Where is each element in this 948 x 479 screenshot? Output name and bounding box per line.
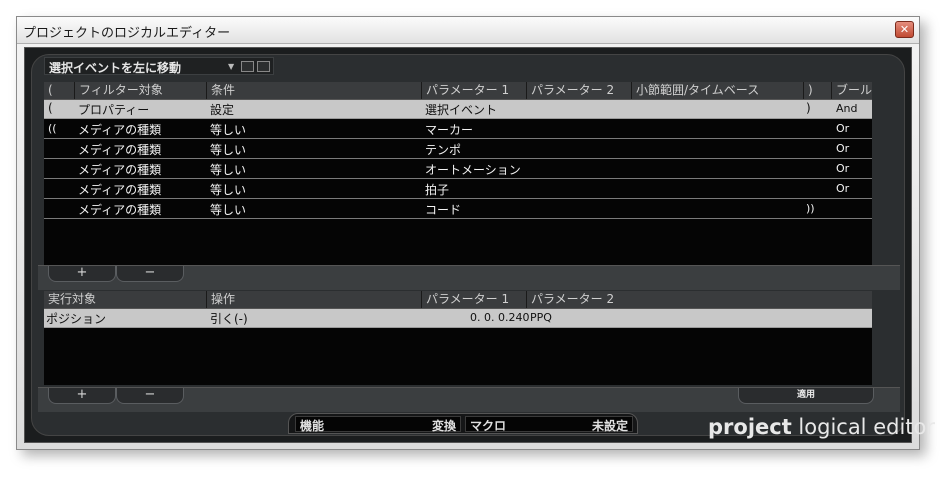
editor-frame: 選択イベントを左に移動 ▼ ( フィルター対象 条件 パラメーター 1 パラメー… [31, 54, 935, 439]
filter-open[interactable]: (( [48, 122, 57, 135]
action-header-param2: パラメーター 2 [526, 291, 872, 308]
filter-panel: ( フィルター対象 条件 パラメーター 1 パラメーター 2 小節範囲/タイムベ… [44, 82, 872, 268]
window-title: プロジェクトのロジカルエディター [23, 26, 231, 41]
filter-target[interactable]: メディアの種類 [78, 161, 161, 178]
filter-close[interactable]: )) [806, 202, 815, 215]
title-bar[interactable]: プロジェクトのロジカルエディター ✕ [17, 17, 919, 44]
store-preset-icon[interactable] [241, 61, 254, 72]
logo-rest: logical editor [791, 415, 935, 439]
function-label: 機能 [300, 419, 325, 433]
filter-param1[interactable]: オートメーション [425, 161, 521, 178]
preset-selector[interactable]: 選択イベントを左に移動 ▼ [44, 57, 274, 75]
action-header-target: 実行対象 [48, 292, 97, 306]
remove-filter-line-button[interactable]: − [116, 266, 184, 282]
logo-bold: project [708, 415, 792, 439]
filter-param1[interactable]: テンポ [425, 141, 461, 158]
macro-label: マクロ [470, 419, 507, 433]
action-button-strip: + − 適用 [38, 387, 900, 412]
filter-condition[interactable]: 等しい [210, 181, 246, 198]
filter-condition[interactable]: 等しい [210, 201, 246, 218]
filter-bool[interactable]: And [836, 102, 857, 115]
filter-condition[interactable]: 等しい [210, 161, 246, 178]
action-target[interactable]: ポジション [46, 310, 106, 327]
filter-bool[interactable]: Or [836, 142, 849, 155]
filter-bool[interactable]: Or [836, 162, 849, 175]
filter-row[interactable]: (( メディアの種類 等しい マーカー Or [44, 120, 872, 139]
action-param1[interactable]: 0. 0. 0.240 [470, 311, 529, 324]
filter-row[interactable]: メディアの種類 等しい テンポ Or [44, 140, 872, 159]
preset-dropdown-icon[interactable]: ▼ [228, 62, 234, 71]
filter-button-strip: + − [38, 265, 900, 290]
filter-header-condition: 条件 [206, 82, 421, 99]
filter-condition[interactable]: 設定 [210, 101, 234, 118]
add-action-line-button[interactable]: + [48, 388, 116, 404]
filter-condition[interactable]: 等しい [210, 121, 246, 138]
macro-value: 未設定 [591, 419, 628, 433]
filter-header-close: ) [803, 82, 831, 99]
filter-header-param2: パラメーター 2 [526, 82, 631, 99]
action-operation[interactable]: 引く(-) [210, 310, 248, 327]
filter-bool[interactable]: Or [836, 122, 849, 135]
preset-name: 選択イベントを左に移動 [49, 61, 182, 75]
remove-action-line-button[interactable]: − [116, 388, 184, 404]
filter-param1[interactable]: マーカー [425, 121, 473, 138]
function-value: 変換 [431, 419, 456, 433]
logical-editor-window: プロジェクトのロジカルエディター ✕ 選択イベントを左に移動 ▼ ( フィルター… [16, 16, 935, 450]
action-row[interactable]: ポジション 引く(-) 0. 0. 0.240 PPQ [44, 309, 872, 328]
filter-header-range: 小節範囲/タイムベース [631, 82, 803, 99]
filter-param1[interactable]: 拍子 [425, 181, 449, 198]
filter-header-param1: パラメーター 1 [421, 82, 526, 99]
filter-target[interactable]: プロパティー [78, 101, 149, 118]
filter-header-open: ( [48, 83, 53, 97]
function-macro-bar: 機能 変換 マクロ 未設定 [288, 413, 638, 434]
editor-logo: project logical editor [708, 415, 935, 439]
filter-header-target: フィルター対象 [74, 82, 206, 99]
editor-client: 選択イベントを左に移動 ▼ ( フィルター対象 条件 パラメーター 1 パラメー… [24, 47, 935, 443]
filter-target[interactable]: メディアの種類 [78, 121, 161, 138]
action-panel: 実行対象 操作 パラメーター 1 パラメーター 2 ポジション 引く(-) 0.… [44, 291, 872, 385]
remove-preset-icon[interactable] [257, 61, 270, 72]
filter-target[interactable]: メディアの種類 [78, 181, 161, 198]
filter-param1[interactable]: 選択イベント [425, 101, 497, 118]
filter-condition[interactable]: 等しい [210, 141, 246, 158]
filter-row[interactable]: ( プロパティー 設定 選択イベント ) And [44, 100, 872, 119]
action-header-param1: パラメーター 1 [421, 291, 526, 308]
filter-header-bool: ブール [831, 82, 872, 99]
close-button[interactable]: ✕ [895, 21, 914, 38]
action-header: 実行対象 操作 パラメーター 1 パラメーター 2 [44, 291, 872, 309]
add-filter-line-button[interactable]: + [48, 266, 116, 282]
function-selector[interactable]: 機能 変換 [295, 416, 461, 433]
action-param2[interactable]: PPQ [530, 311, 552, 324]
filter-param1[interactable]: コード [425, 201, 461, 218]
filter-open[interactable]: ( [48, 101, 53, 115]
filter-row[interactable]: メディアの種類 等しい コード )) [44, 200, 872, 219]
filter-bool[interactable]: Or [836, 182, 849, 195]
filter-row[interactable]: メディアの種類 等しい オートメーション Or [44, 160, 872, 179]
filter-target[interactable]: メディアの種類 [78, 141, 161, 158]
filter-row[interactable]: メディアの種類 等しい 拍子 Or [44, 180, 872, 199]
filter-close[interactable]: ) [806, 101, 811, 115]
action-header-operation: 操作 [206, 291, 421, 308]
macro-selector[interactable]: マクロ 未設定 [465, 416, 633, 433]
apply-button[interactable]: 適用 [738, 388, 874, 404]
filter-target[interactable]: メディアの種類 [78, 201, 161, 218]
filter-header: ( フィルター対象 条件 パラメーター 1 パラメーター 2 小節範囲/タイムベ… [44, 82, 872, 100]
